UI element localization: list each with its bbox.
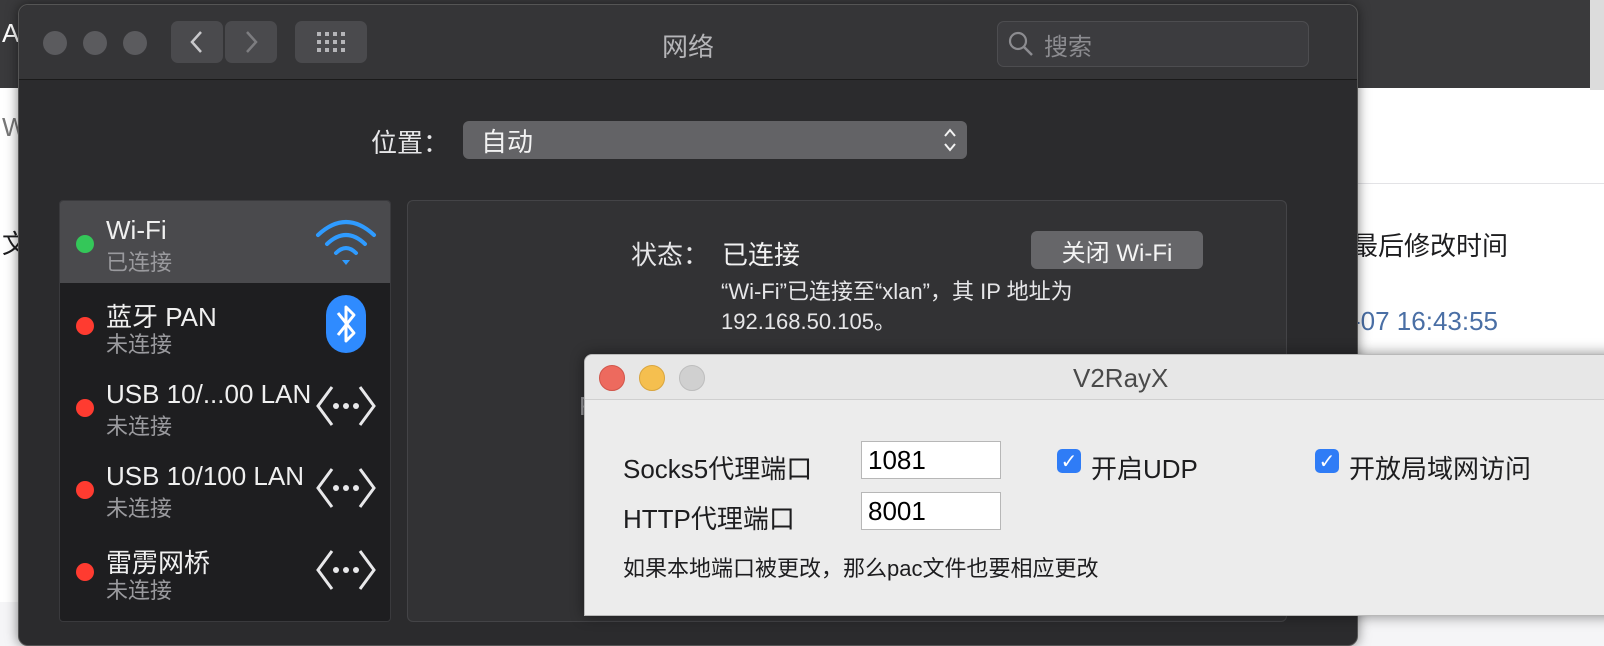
disconnected-status-dot (76, 481, 94, 499)
service-item-wifi[interactable]: Wi-Fi 已连接 (60, 201, 390, 283)
lan-access-label: 开放局域网访问 (1349, 454, 1532, 484)
status-label: 状态： (631, 240, 710, 270)
service-item-bluetooth-pan[interactable]: 蓝牙 PAN 未连接 (60, 283, 390, 365)
turn-off-wifi-button[interactable]: 关闭 Wi-Fi (1031, 231, 1203, 269)
disconnected-status-dot (76, 317, 94, 335)
ethernet-icon (316, 468, 376, 508)
connected-status-dot (76, 235, 94, 253)
service-name: USB 10/100 LAN (106, 461, 305, 491)
zoom-button[interactable] (679, 365, 705, 391)
service-status: 未连接 (106, 496, 173, 521)
service-status: 未连接 (106, 414, 173, 439)
socks5-port-label: Socks5代理端口 (623, 454, 813, 484)
close-button[interactable] (599, 365, 625, 391)
status-description-line: 192.168.50.105。 (721, 309, 896, 334)
ethernet-icon (316, 386, 376, 426)
search-field[interactable]: 搜索 (997, 21, 1309, 67)
udp-checkbox[interactable]: ✓ (1057, 449, 1081, 473)
background-char: A (2, 18, 20, 48)
udp-label: 开启UDP (1091, 454, 1198, 484)
search-placeholder: 搜索 (1044, 33, 1092, 61)
service-name: USB 10/...00 LAN (106, 379, 312, 409)
service-status: 未连接 (106, 578, 173, 603)
v2rayx-titlebar: V2RayX (585, 355, 1604, 400)
http-port-input[interactable]: 8001 (861, 492, 1001, 530)
scrollbar[interactable] (1590, 0, 1604, 90)
location-select[interactable]: 自动 (463, 121, 967, 159)
http-port-label: HTTP代理端口 (623, 504, 795, 534)
ethernet-icon (316, 550, 376, 590)
updown-arrows-icon (944, 128, 956, 152)
service-item-thunderbolt-bridge[interactable]: 雷雳网桥 未连接 (60, 529, 390, 611)
service-name: Wi-Fi (106, 215, 167, 245)
v2rayx-window: V2RayX Socks5代理端口 1081 HTTP代理端口 8001 ✓ 开… (584, 354, 1604, 616)
search-icon (1008, 31, 1033, 56)
pac-note: 如果本地端口被更改，那么pac文件也要相应更改 (623, 556, 1099, 581)
minimize-button[interactable] (639, 365, 665, 391)
lan-access-checkbox[interactable]: ✓ (1315, 449, 1339, 473)
socks5-port-input[interactable]: 1081 (861, 441, 1001, 479)
location-value: 自动 (481, 126, 534, 157)
window-title: V2RayX (1073, 363, 1169, 393)
status-value: 已连接 (722, 240, 801, 270)
service-status: 已连接 (106, 250, 173, 275)
bluetooth-icon (326, 295, 366, 353)
location-label: 位置： (371, 128, 450, 158)
disconnected-status-dot (76, 563, 94, 581)
status-description: “Wi-Fi”已连接至“xlan”，其 IP 地址为 192.168.50.10… (721, 277, 1141, 337)
column-header-modified[interactable]: 最后修改时间 (1352, 226, 1508, 263)
status-description-line: “Wi-Fi”已连接至“xlan”，其 IP 地址为 (721, 279, 1073, 304)
background-sidebar-strip: A W 文 (0, 18, 28, 602)
service-item-usb-lan-1[interactable]: USB 10/...00 LAN 未连接 (60, 365, 390, 447)
window-titlebar: 网络 搜索 (19, 5, 1357, 80)
disconnected-status-dot (76, 399, 94, 417)
service-status: 未连接 (106, 332, 173, 357)
background-divider (1340, 183, 1604, 184)
modified-time-value: -07 16:43:55 (1352, 306, 1499, 336)
service-item-usb-lan-2[interactable]: USB 10/100 LAN 未连接 (60, 447, 390, 529)
wifi-icon (316, 220, 376, 265)
network-service-list: Wi-Fi 已连接 蓝牙 PAN 未连接 USB 10/...00 LAN 未连… (59, 200, 391, 622)
